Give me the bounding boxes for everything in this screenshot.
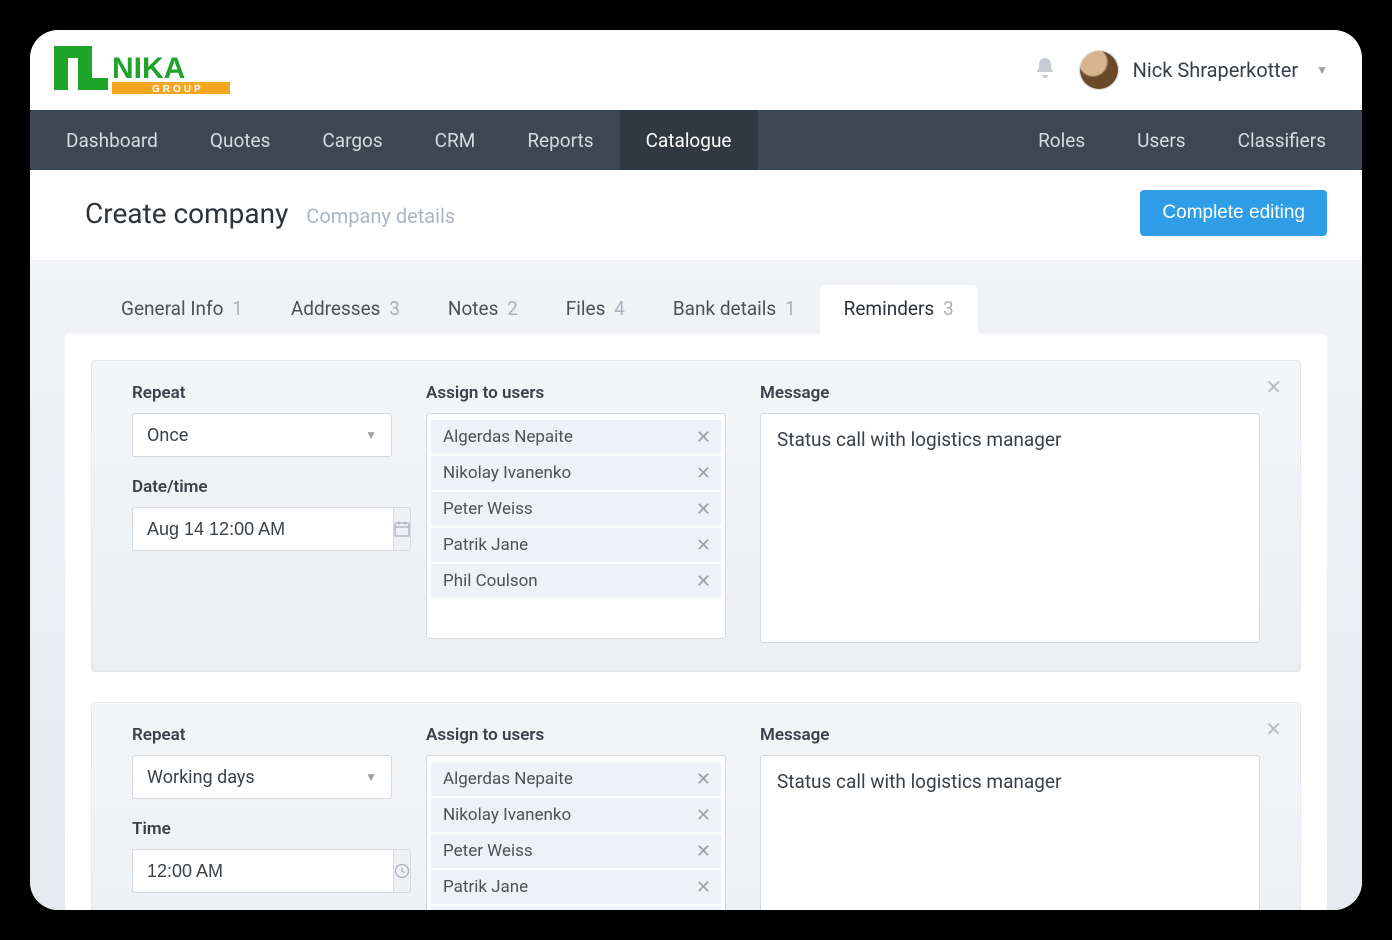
col-schedule: Repeat Once ▼ Date/time (132, 383, 392, 643)
topbar-right: Nick Shraperkotter ▼ (1033, 50, 1328, 90)
user-tag: Patrik Jane✕ (431, 870, 721, 904)
nav-reports[interactable]: Reports (501, 110, 619, 170)
tab-files[interactable]: Files 4 (542, 285, 649, 334)
tab-general-info[interactable]: General Info 1 (97, 285, 267, 334)
time-input-group (132, 849, 392, 893)
page-title-group: Create company Company details (85, 197, 455, 230)
time-input[interactable] (132, 849, 393, 893)
nav-right: Roles Users Classifiers (1012, 110, 1352, 170)
repeat-label: Repeat (132, 383, 392, 403)
datetime-input-group (132, 507, 392, 551)
chevron-down-icon: ▼ (365, 428, 377, 442)
remove-tag-icon[interactable]: ✕ (696, 877, 711, 898)
close-icon[interactable]: ✕ (1265, 717, 1282, 741)
remove-tag-icon[interactable]: ✕ (696, 841, 711, 862)
username: Nick Shraperkotter (1133, 58, 1298, 82)
user-tag: Phil Coulson✕ (431, 564, 721, 598)
message-label: Message (760, 725, 1260, 745)
tab-bank-details[interactable]: Bank details 1 (649, 285, 820, 334)
col-message: Message (760, 725, 1260, 910)
chevron-down-icon: ▼ (365, 770, 377, 784)
remove-tag-icon[interactable]: ✕ (696, 463, 711, 484)
reminder-card: ✕ Repeat Once ▼ Date/time (91, 360, 1301, 672)
nav-cargos[interactable]: Cargos (296, 110, 408, 170)
col-assign: Assign to users Algerdas Nepaite✕ Nikola… (426, 725, 726, 910)
notification-bell-icon[interactable] (1033, 56, 1057, 84)
col-schedule: Repeat Working days ▼ Time (132, 725, 392, 910)
user-tag: Algerdas Nepaite✕ (431, 762, 721, 796)
message-textarea[interactable] (760, 755, 1260, 910)
repeat-label: Repeat (132, 725, 392, 745)
panel-reminders: ✕ Repeat Once ▼ Date/time (65, 334, 1327, 910)
user-tag: Peter Weiss✕ (431, 492, 721, 526)
datetime-label: Date/time (132, 477, 392, 497)
remove-tag-icon[interactable]: ✕ (696, 571, 711, 592)
main-nav: Dashboard Quotes Cargos CRM Reports Cata… (30, 110, 1362, 170)
topbar: NIKA GROUP Nick Shraperkotter ▼ (30, 30, 1362, 110)
complete-editing-button[interactable]: Complete editing (1140, 190, 1327, 236)
page-title: Create company (85, 197, 288, 230)
assign-label: Assign to users (426, 725, 726, 745)
avatar (1079, 50, 1119, 90)
user-tag: Patrik Jane✕ (431, 528, 721, 562)
nav-roles[interactable]: Roles (1012, 110, 1111, 170)
user-tag: Nikolay Ivanenko✕ (431, 456, 721, 490)
tab-notes[interactable]: Notes 2 (424, 285, 542, 334)
page-header: Create company Company details Complete … (30, 170, 1362, 261)
page-subtitle: Company details (306, 204, 455, 228)
nav-classifiers[interactable]: Classifiers (1212, 110, 1352, 170)
remove-tag-icon[interactable]: ✕ (696, 805, 711, 826)
remove-tag-icon[interactable]: ✕ (696, 499, 711, 520)
user-tag: Phil Coulson✕ (431, 906, 721, 910)
reminder-card: ✕ Repeat Working days ▼ Time (91, 702, 1301, 910)
datetime-input[interactable] (132, 507, 393, 551)
nav-crm[interactable]: CRM (409, 110, 502, 170)
nav-left: Dashboard Quotes Cargos CRM Reports Cata… (40, 110, 758, 170)
svg-text:GROUP: GROUP (152, 84, 204, 95)
tabs: General Info 1 Addresses 3 Notes 2 Files… (65, 261, 1327, 334)
calendar-icon[interactable] (393, 507, 411, 551)
user-menu[interactable]: Nick Shraperkotter ▼ (1079, 50, 1328, 90)
nav-dashboard[interactable]: Dashboard (40, 110, 184, 170)
user-tag: Algerdas Nepaite✕ (431, 420, 721, 454)
assign-users-box[interactable]: Algerdas Nepaite✕ Nikolay Ivanenko✕ Pete… (426, 755, 726, 910)
repeat-select[interactable]: Once ▼ (132, 413, 392, 457)
nav-users[interactable]: Users (1111, 110, 1211, 170)
svg-text:NIKA: NIKA (112, 52, 185, 85)
chevron-down-icon: ▼ (1316, 63, 1328, 77)
message-textarea[interactable] (760, 413, 1260, 643)
user-tag: Nikolay Ivanenko✕ (431, 798, 721, 832)
tab-addresses[interactable]: Addresses 3 (267, 285, 424, 334)
close-icon[interactable]: ✕ (1265, 375, 1282, 399)
time-label: Time (132, 819, 392, 839)
app-window: NIKA GROUP Nick Shraperkotter ▼ Dashboar… (30, 30, 1362, 910)
content: General Info 1 Addresses 3 Notes 2 Files… (30, 261, 1362, 910)
col-message: Message (760, 383, 1260, 643)
repeat-select[interactable]: Working days ▼ (132, 755, 392, 799)
nav-quotes[interactable]: Quotes (184, 110, 296, 170)
assign-label: Assign to users (426, 383, 726, 403)
remove-tag-icon[interactable]: ✕ (696, 769, 711, 790)
col-assign: Assign to users Algerdas Nepaite✕ Nikola… (426, 383, 726, 643)
remove-tag-icon[interactable]: ✕ (696, 427, 711, 448)
assign-user-input[interactable] (431, 600, 721, 634)
assign-users-box[interactable]: Algerdas Nepaite✕ Nikolay Ivanenko✕ Pete… (426, 413, 726, 639)
user-tag: Peter Weiss✕ (431, 834, 721, 868)
tab-reminders[interactable]: Reminders 3 (820, 285, 978, 334)
clock-icon[interactable] (393, 849, 411, 893)
remove-tag-icon[interactable]: ✕ (696, 535, 711, 556)
logo: NIKA GROUP (54, 44, 234, 96)
nav-catalogue[interactable]: Catalogue (620, 110, 758, 170)
message-label: Message (760, 383, 1260, 403)
